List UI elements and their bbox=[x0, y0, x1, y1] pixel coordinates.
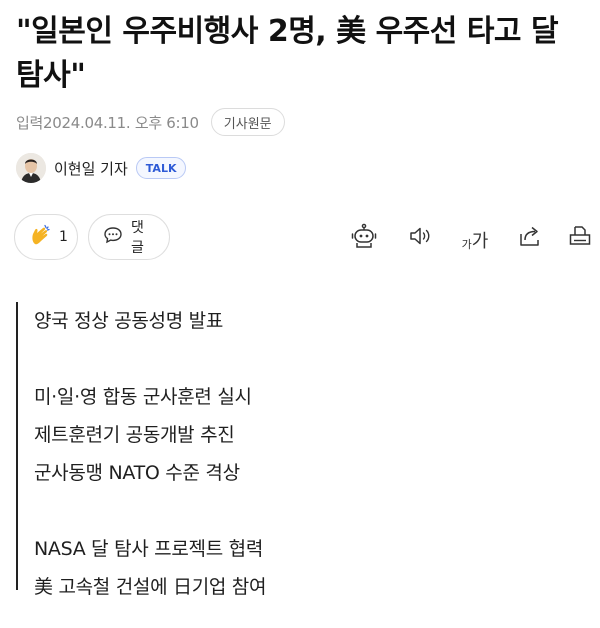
article-headline: "일본인 우주비행사 2명, 美 우주선 타고 달 탐사" bbox=[16, 14, 559, 93]
article-action-bar: 1 댓글 가 가 bbox=[0, 212, 600, 262]
summary-line: 미·일·영 합동 군사훈련 실시 bbox=[34, 386, 252, 408]
talk-badge[interactable]: TALK bbox=[135, 157, 187, 179]
summary-button[interactable] bbox=[350, 222, 378, 254]
font-size-button[interactable]: 가가 bbox=[458, 224, 492, 252]
like-button[interactable]: 1 bbox=[14, 214, 78, 260]
article-page: "일본인 우주비행사 2명, 美 우주선 타고 달 탐사" 입력2024.04.… bbox=[0, 0, 600, 628]
summary-spacer bbox=[34, 340, 576, 378]
robot-icon bbox=[350, 222, 378, 254]
publish-date: 입력2024.04.11. 오후 6:10 bbox=[16, 112, 199, 133]
font-size-icon-small: 가 bbox=[461, 238, 472, 251]
text-to-speech-button[interactable] bbox=[406, 224, 434, 252]
comment-label: 댓글 bbox=[131, 220, 144, 256]
summary-line: 군사동맹 NATO 수준 격상 bbox=[34, 462, 240, 484]
summary-spacer bbox=[34, 492, 576, 530]
article-summary-quote: 양국 정상 공동성명 발표 미·일·영 합동 군사훈련 실시 제트훈련기 공동개… bbox=[16, 302, 576, 598]
share-button[interactable] bbox=[516, 224, 544, 252]
clap-hand-icon bbox=[29, 224, 51, 250]
summary-line: 양국 정상 공동성명 발표 bbox=[34, 310, 224, 332]
summary-line: 美 고속철 건설에 日기업 참여 bbox=[34, 576, 267, 598]
byline: 이현일 기자 TALK bbox=[16, 152, 187, 184]
font-size-icon-large: 가 bbox=[471, 231, 489, 252]
summary-line: NASA 달 탐사 프로젝트 협력 bbox=[34, 538, 264, 560]
speech-bubble-icon bbox=[103, 225, 123, 249]
reporter-photo bbox=[16, 153, 46, 183]
print-button[interactable] bbox=[566, 224, 594, 252]
speaker-icon bbox=[407, 223, 433, 253]
comment-button[interactable]: 댓글 bbox=[88, 214, 170, 260]
reporter-avatar[interactable] bbox=[16, 153, 46, 183]
print-icon bbox=[567, 223, 593, 253]
summary-line: 제트훈련기 공동개발 추진 bbox=[34, 424, 235, 446]
publish-date-value: 2024.04.11. 오후 6:10 bbox=[43, 113, 199, 132]
like-count: 1 bbox=[59, 229, 68, 245]
publish-date-label: 입력 bbox=[16, 113, 44, 132]
original-article-button[interactable]: 기사원문 bbox=[210, 108, 285, 136]
share-icon bbox=[517, 223, 543, 253]
reporter-name[interactable]: 이현일 기자 bbox=[54, 158, 128, 179]
article-meta: 입력2024.04.11. 오후 6:10 기사원문 bbox=[16, 107, 285, 137]
